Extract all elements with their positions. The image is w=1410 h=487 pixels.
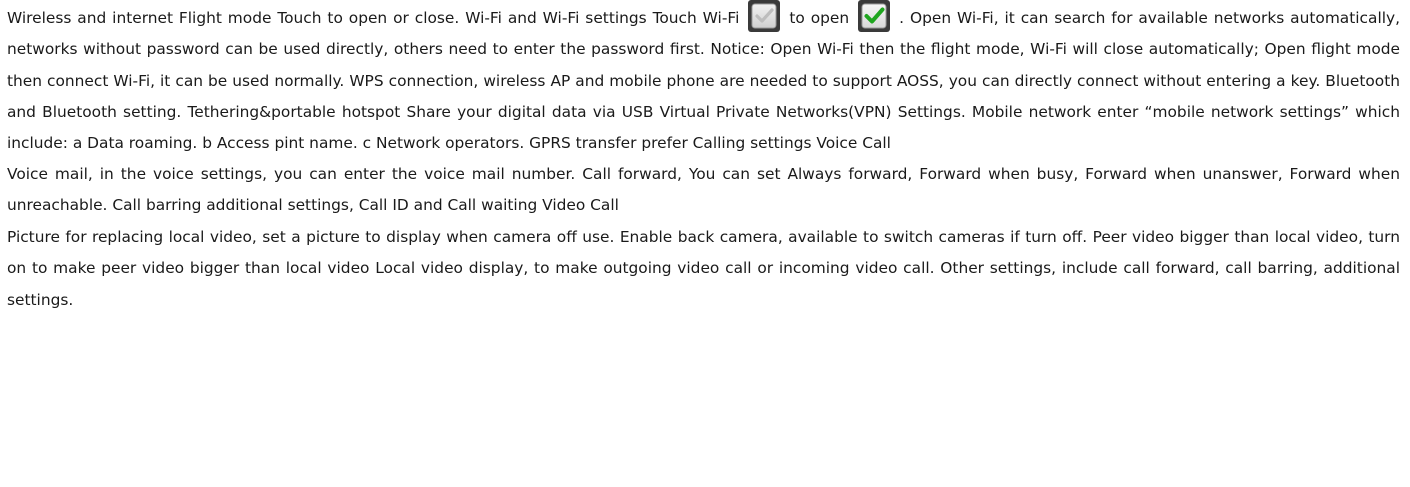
text-wireless-intro: Wireless and internet Flight mode Touch … <box>7 9 740 27</box>
paragraph-voice-call: Voice mail, in the voice settings, you c… <box>7 165 1400 215</box>
paragraph-wireless-settings: Wireless and internet Flight mode Touch … <box>7 0 1400 159</box>
checkbox-checked-icon <box>858 0 891 32</box>
checkbox-unchecked-icon <box>748 0 781 32</box>
text-to-open: to open <box>789 9 850 27</box>
paragraph-video-call: Picture for replacing local video, set a… <box>7 228 1400 309</box>
text-wireless-details: . Open Wi-Fi, it can search for availabl… <box>7 9 1400 153</box>
document-page: Wireless and internet Flight mode Touch … <box>0 0 1410 487</box>
